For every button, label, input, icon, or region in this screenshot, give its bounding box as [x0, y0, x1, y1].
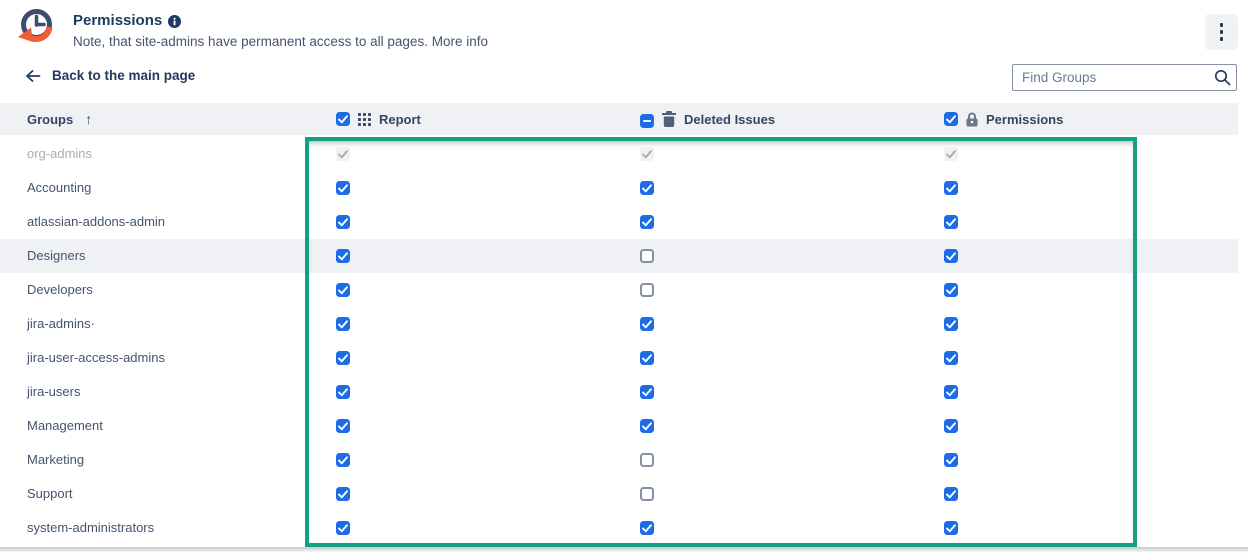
back-to-main-page-link[interactable]: Back to the main page [25, 68, 195, 83]
more-info-link[interactable]: More info [432, 34, 488, 49]
page-title: Permissions [73, 12, 162, 30]
group-name: jira-user-access-admins [27, 341, 165, 375]
deleted-issues-checkbox[interactable] [640, 521, 654, 535]
search-input[interactable] [1013, 65, 1218, 90]
group-name: org-admins [27, 137, 92, 171]
permissions-column-header: Permissions [944, 103, 1063, 135]
table-row: atlassian-addons-admin [0, 205, 1238, 239]
app-logo-clock-icon [13, 6, 57, 50]
search-icon[interactable] [1214, 69, 1231, 86]
permissions-checkbox[interactable] [944, 521, 958, 535]
report-checkbox[interactable] [336, 215, 350, 229]
permissions-header-checkbox[interactable] [944, 112, 958, 127]
lock-icon [966, 112, 978, 127]
group-name: atlassian-addons-admin [27, 205, 165, 239]
deleted-issues-checkbox[interactable] [640, 283, 654, 297]
deleted-issues-checkbox[interactable] [640, 487, 654, 501]
subtitle-text: Note, that site-admins have permanent ac… [73, 34, 428, 49]
permissions-checkbox[interactable] [944, 283, 958, 297]
permissions-checkbox[interactable] [944, 317, 958, 331]
sort-ascending-icon: ↑ [85, 111, 92, 127]
report-checkbox[interactable] [336, 419, 350, 433]
deleted-issues-checkbox[interactable] [640, 351, 654, 365]
report-checkbox[interactable] [336, 487, 350, 501]
report-checkbox[interactable] [336, 521, 350, 535]
report-checkbox [336, 147, 350, 161]
permissions-checkbox[interactable] [944, 487, 958, 501]
group-name: Developers [27, 273, 93, 307]
group-name: jira-admins· [27, 307, 95, 341]
permissions-checkbox [944, 147, 958, 161]
more-options-button[interactable] [1205, 14, 1238, 50]
kebab-dot [1220, 23, 1224, 27]
permissions-page: Permissions Note, that site-admins have … [0, 0, 1248, 553]
permissions-checkbox[interactable] [944, 419, 958, 433]
report-checkbox[interactable] [336, 317, 350, 331]
back-link-label: Back to the main page [52, 68, 195, 83]
group-name: Accounting [27, 171, 91, 205]
arrow-left-icon [25, 69, 41, 83]
report-checkbox[interactable] [336, 385, 350, 399]
group-name: Support [27, 477, 73, 511]
table-row: Designers [0, 239, 1238, 273]
page-subtitle: Note, that site-admins have permanent ac… [73, 33, 488, 50]
group-name: Designers [27, 239, 86, 273]
groups-column-header[interactable]: Groups ↑ [27, 103, 92, 135]
grid-icon [358, 113, 371, 126]
permissions-checkbox[interactable] [944, 215, 958, 229]
table-row: jira-admins· [0, 307, 1238, 341]
permissions-checkbox[interactable] [944, 181, 958, 195]
permissions-checkbox[interactable] [944, 453, 958, 467]
table-row: Management [0, 409, 1238, 443]
table-row: jira-user-access-admins [0, 341, 1238, 375]
report-checkbox[interactable] [336, 249, 350, 263]
report-checkbox[interactable] [336, 181, 350, 195]
report-checkbox[interactable] [336, 351, 350, 365]
groups-table-body: org-adminsAccountingatlassian-addons-adm… [0, 137, 1248, 545]
info-icon[interactable] [168, 15, 181, 28]
deleted-issues-checkbox[interactable] [640, 215, 654, 229]
groups-header-label: Groups [27, 112, 73, 127]
deleted-issues-column-header: Deleted Issues [640, 103, 775, 135]
report-column-header: Report [336, 103, 421, 135]
permissions-header-label: Permissions [986, 112, 1063, 127]
deleted-issues-checkbox[interactable] [640, 249, 654, 263]
page-header: Permissions [73, 12, 181, 30]
permissions-checkbox[interactable] [944, 351, 958, 365]
bottom-shadow [0, 547, 1248, 553]
report-header-checkbox-box[interactable] [336, 112, 350, 126]
deleted-issues-header-checkbox-box[interactable] [640, 114, 654, 128]
table-header-row: Groups ↑ Report Deleted Issues [0, 103, 1238, 135]
table-row: Developers [0, 273, 1238, 307]
deleted-issues-checkbox [640, 147, 654, 161]
deleted-issues-checkbox[interactable] [640, 181, 654, 195]
table-row: Marketing [0, 443, 1238, 477]
deleted-issues-checkbox[interactable] [640, 453, 654, 467]
kebab-dot [1220, 30, 1224, 34]
group-name: Management [27, 409, 103, 443]
report-header-label: Report [379, 112, 421, 127]
group-name: system-administrators [27, 511, 154, 545]
permissions-header-checkbox-box[interactable] [944, 112, 958, 126]
deleted-issues-checkbox[interactable] [640, 419, 654, 433]
permissions-checkbox[interactable] [944, 385, 958, 399]
table-row: org-admins [0, 137, 1238, 171]
table-row: system-administrators [0, 511, 1238, 545]
kebab-dot [1220, 37, 1224, 41]
table-row: Support [0, 477, 1238, 511]
table-row: Accounting [0, 171, 1238, 205]
deleted-issues-header-label: Deleted Issues [684, 112, 775, 127]
permissions-checkbox[interactable] [944, 249, 958, 263]
deleted-issues-header-checkbox[interactable] [640, 110, 654, 128]
report-checkbox[interactable] [336, 283, 350, 297]
find-groups-search [1012, 64, 1237, 91]
table-row: jira-users [0, 375, 1238, 409]
trash-icon [662, 111, 676, 127]
group-name: jira-users [27, 375, 80, 409]
deleted-issues-checkbox[interactable] [640, 317, 654, 331]
report-checkbox[interactable] [336, 453, 350, 467]
deleted-issues-checkbox[interactable] [640, 385, 654, 399]
report-header-checkbox[interactable] [336, 112, 350, 127]
group-name: Marketing [27, 443, 84, 477]
